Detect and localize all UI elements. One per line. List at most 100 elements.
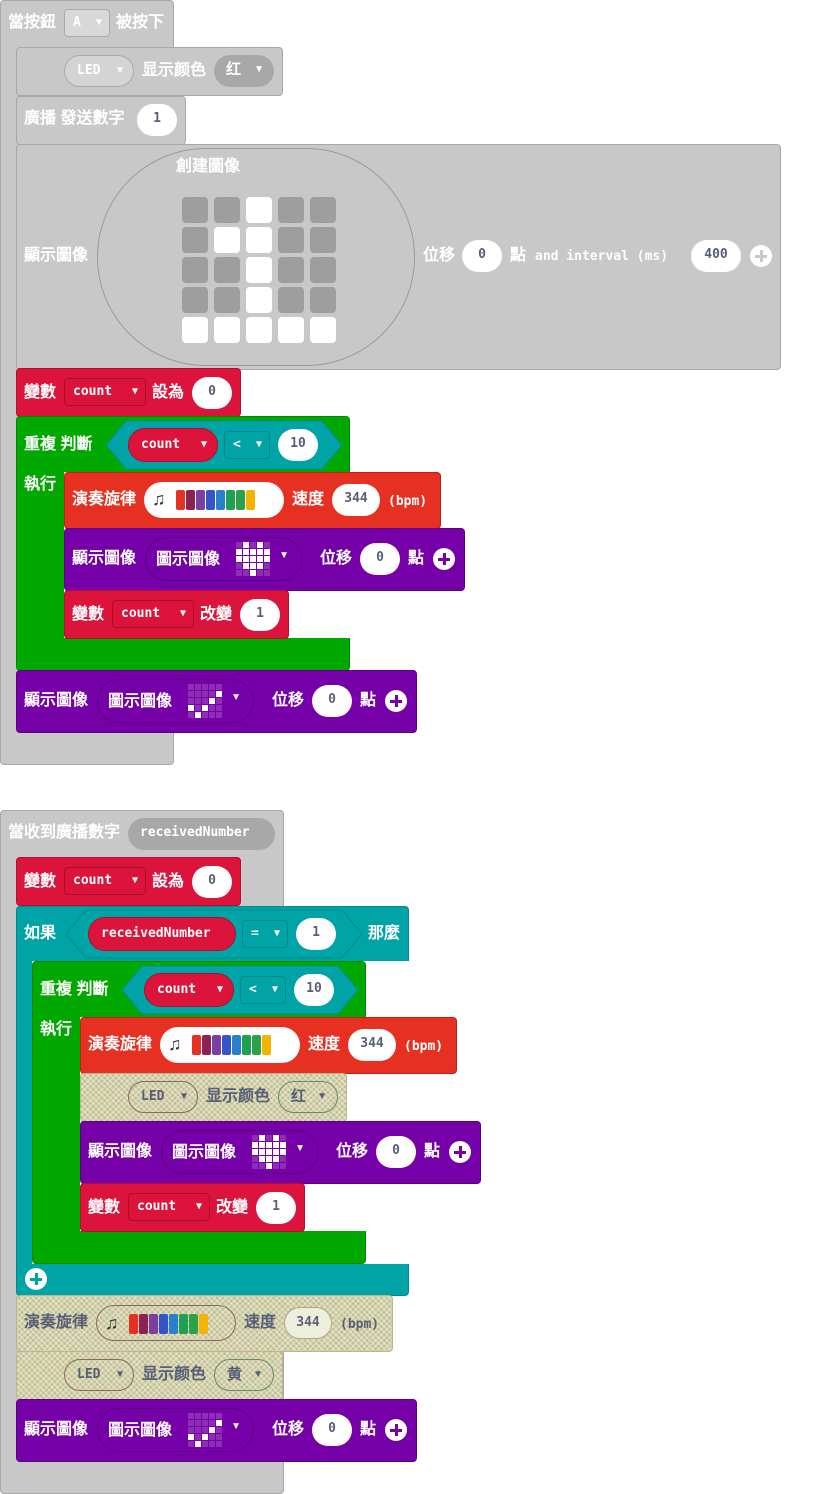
icon2-dropdown[interactable]: 圖示圖像 ▼ — [97, 1408, 254, 1452]
melody-editor[interactable]: ♫ — [96, 1305, 236, 1341]
led-matrix-grid[interactable] — [182, 197, 336, 343]
led-color-dropdown[interactable]: 黄 ▼ — [214, 1359, 274, 1391]
led-dropdown[interactable]: LED ▼ — [64, 1359, 134, 1391]
add-param-icon[interactable] — [385, 1419, 407, 1441]
led-cell[interactable] — [310, 227, 336, 253]
led-cell[interactable] — [278, 257, 304, 283]
led-cell[interactable] — [278, 317, 304, 343]
icon-pixel — [280, 1163, 286, 1169]
while-var-reporter[interactable]: count ▼ — [128, 428, 218, 462]
led-cell[interactable] — [246, 287, 272, 313]
melody-editor[interactable]: ♫ — [160, 1027, 300, 1063]
radio-send-value[interactable]: 1 — [137, 104, 177, 136]
led-cell[interactable] — [214, 227, 240, 253]
icon2-dropdown[interactable]: 圖示圖像 ▼ — [97, 679, 254, 723]
led-cell[interactable] — [246, 257, 272, 283]
melody-speed[interactable]: 344 — [348, 1029, 396, 1061]
led-cell[interactable] — [310, 287, 336, 313]
led-cell[interactable] — [182, 287, 208, 313]
led-cell[interactable] — [246, 317, 272, 343]
melody-notes — [192, 1035, 272, 1055]
icon-pixel — [243, 570, 249, 576]
show-icon2-label: 顯示圖像 — [24, 1421, 89, 1438]
icon-pixel — [252, 1142, 258, 1148]
icon2-offset-label: 位移 — [272, 1421, 305, 1438]
icon-pixel — [216, 698, 222, 704]
icon-pixel — [195, 1427, 201, 1433]
change-var-value[interactable]: 1 — [240, 599, 280, 631]
icon-pixel — [243, 549, 249, 555]
if-op-dropdown[interactable]: = ▼ — [242, 920, 288, 948]
icon-pixel — [202, 1420, 208, 1426]
led-cell[interactable] — [214, 257, 240, 283]
led-color-dropdown[interactable]: 红 ▼ — [214, 55, 274, 87]
icon-dropdown[interactable]: 圖示圖像 ▼ — [145, 537, 302, 581]
if-rhs[interactable]: 1 — [296, 918, 336, 950]
set-var-value[interactable]: 0 — [192, 866, 232, 898]
led-cell[interactable] — [278, 287, 304, 313]
icon2-offset-value[interactable]: 0 — [312, 685, 352, 717]
led-cell[interactable] — [182, 257, 208, 283]
led-dropdown[interactable]: LED ▼ — [64, 55, 134, 87]
icon2-offset-value[interactable]: 0 — [312, 1414, 352, 1446]
received-number-param[interactable]: receivedNumber — [128, 818, 275, 850]
led-color-dropdown[interactable]: 红 ▼ — [278, 1081, 338, 1113]
led-cell[interactable] — [182, 197, 208, 223]
led-cell[interactable] — [278, 227, 304, 253]
while-value[interactable]: 10 — [294, 974, 334, 1006]
led-cell[interactable] — [214, 287, 240, 313]
add-param-icon[interactable] — [750, 245, 772, 267]
icon-pixel — [188, 1441, 194, 1447]
melody-editor[interactable]: ♫ — [144, 482, 284, 518]
add-param-icon[interactable] — [433, 548, 455, 570]
button-dropdown[interactable]: A ▼ — [64, 9, 110, 37]
if-then-label: 那麼 — [368, 925, 401, 942]
led-cell[interactable] — [214, 197, 240, 223]
led-cell[interactable] — [310, 197, 336, 223]
change-var-dropdown[interactable]: count ▼ — [112, 600, 194, 628]
led-cell[interactable] — [246, 197, 272, 223]
if-label: 如果 — [24, 925, 57, 942]
if-lhs-reporter[interactable]: receivedNumber — [88, 917, 236, 951]
while-value[interactable]: 10 — [278, 429, 318, 461]
melody-speed[interactable]: 344 — [284, 1307, 332, 1339]
icon-pixel — [209, 691, 215, 697]
melody-note — [222, 1035, 231, 1055]
set-var-value[interactable]: 0 — [192, 377, 232, 409]
led-cell[interactable] — [182, 227, 208, 253]
icon-pixel — [202, 1427, 208, 1433]
add-param-icon[interactable] — [449, 1141, 471, 1163]
add-param-icon[interactable] — [385, 690, 407, 712]
icon-pixel — [273, 1163, 279, 1169]
led-color-label: 显示颜色 — [142, 62, 207, 79]
icon-dropdown[interactable]: 圖示圖像 ▼ — [161, 1130, 318, 1174]
led-cell[interactable] — [182, 317, 208, 343]
led-cell[interactable] — [278, 197, 304, 223]
led-cell[interactable] — [310, 257, 336, 283]
icon-pixel — [273, 1142, 279, 1148]
melody-speed[interactable]: 344 — [332, 484, 380, 516]
led-cell[interactable] — [310, 317, 336, 343]
led-cell[interactable] — [246, 227, 272, 253]
set-var-dropdown[interactable]: count ▼ — [64, 378, 146, 406]
icon-offset-value[interactable]: 0 — [360, 543, 400, 575]
icon-pixel — [216, 705, 222, 711]
interval-value[interactable]: 400 — [691, 240, 741, 272]
led-cell[interactable] — [214, 317, 240, 343]
offset-value[interactable]: 0 — [462, 240, 502, 272]
led-color-label: 显示颜色 — [206, 1088, 271, 1105]
while-op-dropdown[interactable]: < ▼ — [224, 431, 270, 459]
change-var-value[interactable]: 1 — [256, 1192, 296, 1224]
icon-offset-value[interactable]: 0 — [376, 1136, 416, 1168]
change-var-dropdown[interactable]: count ▼ — [128, 1193, 210, 1221]
music-note-icon: ♫ — [152, 489, 166, 509]
chevron-down-icon: ▼ — [253, 1369, 263, 1380]
while-op-dropdown[interactable]: < ▼ — [240, 976, 286, 1004]
led-dropdown[interactable]: LED ▼ — [128, 1081, 198, 1113]
add-else-icon[interactable] — [25, 1268, 47, 1290]
set-var-dropdown[interactable]: count ▼ — [64, 867, 146, 895]
radio-receive-label: 當收到廣播數字 — [8, 824, 121, 841]
while-var-reporter[interactable]: count ▼ — [144, 973, 234, 1007]
icon-pixel — [264, 570, 270, 576]
icon-pixel — [202, 1441, 208, 1447]
